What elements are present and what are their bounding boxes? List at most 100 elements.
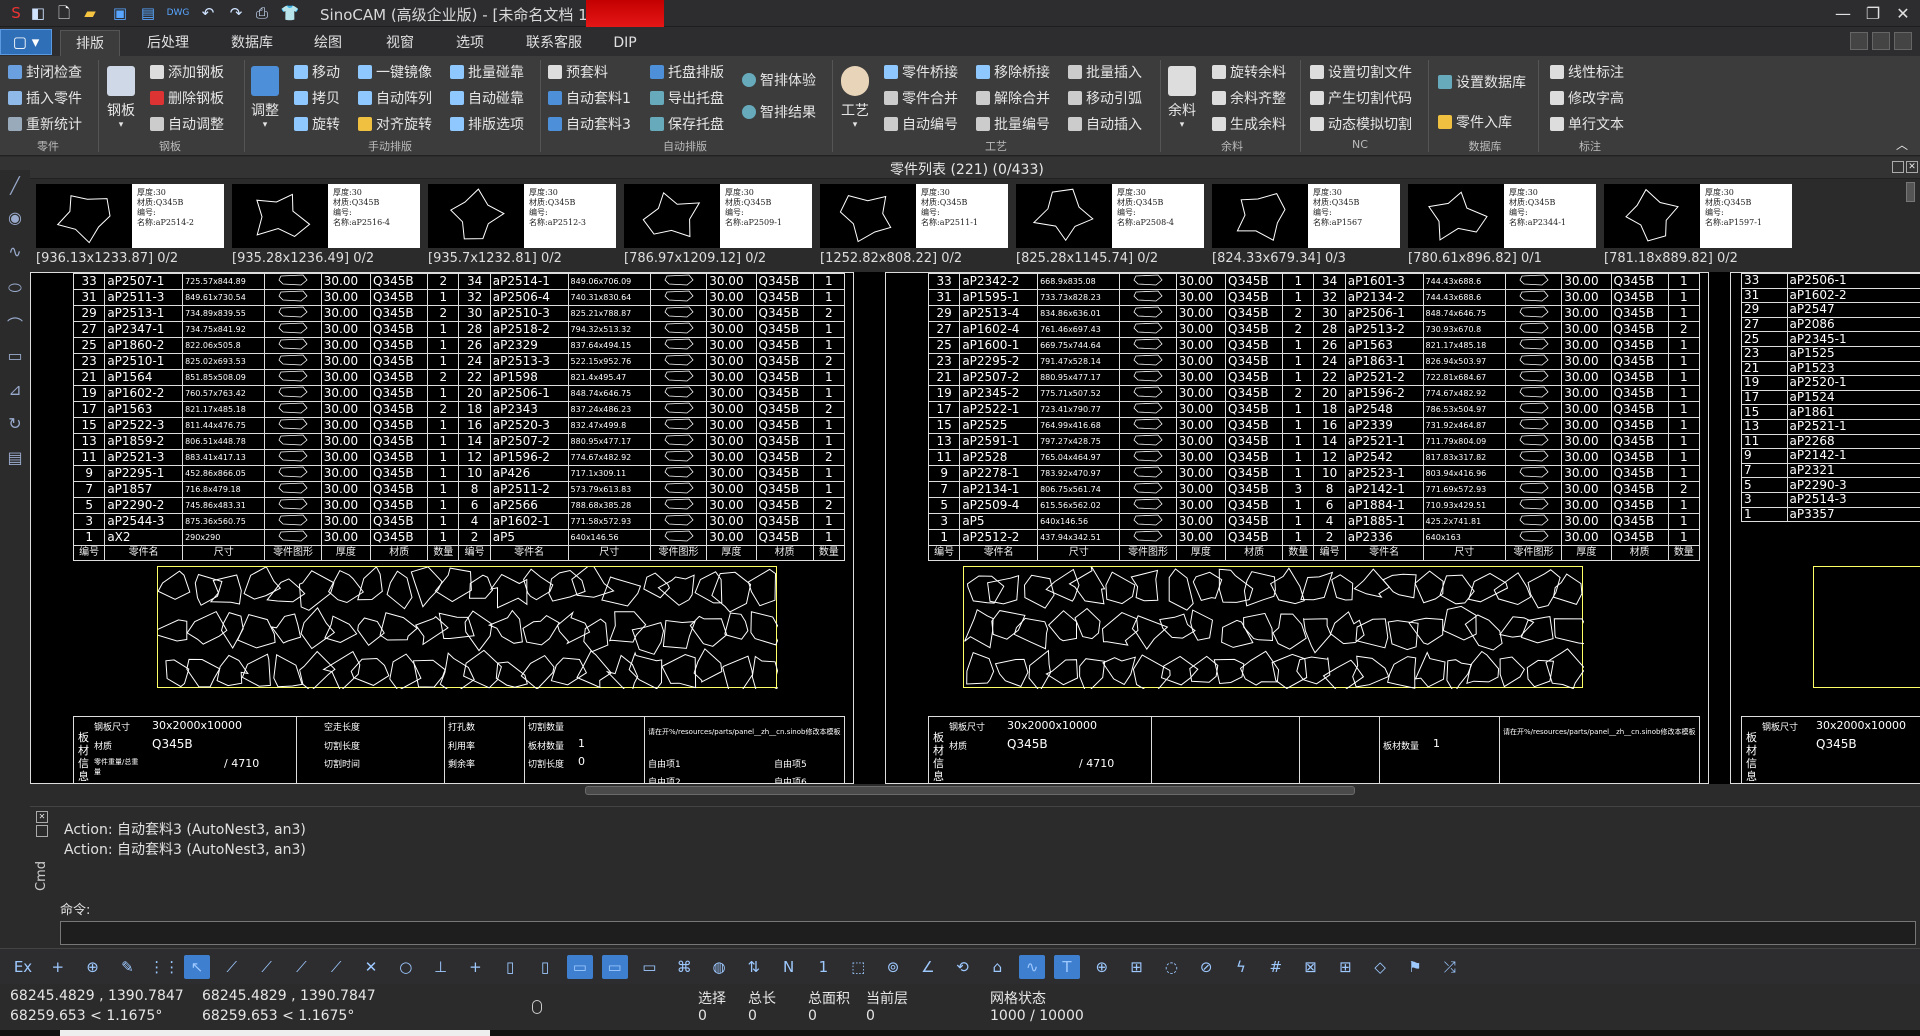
tab-drawing[interactable]: 绘图: [300, 30, 356, 56]
process-big-button[interactable]: 工艺 ▾: [836, 66, 874, 130]
remove-bridge-button[interactable]: 移除桥接: [976, 62, 1050, 84]
rotate-button[interactable]: 旋转: [294, 114, 340, 136]
snap-node-icon[interactable]: ⟋: [323, 955, 349, 979]
nested-part[interactable]: [1105, 571, 1136, 605]
layout-toggle-icon[interactable]: [1850, 32, 1868, 50]
flag-icon[interactable]: ⚑: [1402, 955, 1428, 979]
set-database-button[interactable]: 设置数据库: [1438, 72, 1526, 94]
auto-nest3-button[interactable]: 自动套料3: [548, 114, 631, 136]
plate-big-button[interactable]: 钢板 ▾: [104, 66, 138, 130]
part-thumbnail[interactable]: 厚度:30 材质:Q345B 编号: 名称:aP1597-1 [781.18x889.8…: [1598, 182, 1792, 266]
nested-part[interactable]: [751, 655, 783, 697]
auto-insert-button[interactable]: 自动插入: [1068, 114, 1142, 136]
nested-part[interactable]: [1382, 573, 1417, 599]
copy-button[interactable]: 拷贝: [294, 88, 340, 110]
nested-part[interactable]: [689, 615, 728, 647]
save-as-icon[interactable]: ▤: [138, 3, 158, 23]
float-icon[interactable]: [1892, 161, 1904, 173]
nested-part[interactable]: [324, 615, 358, 644]
cross-icon[interactable]: +: [45, 955, 71, 979]
line-tool-icon[interactable]: ╱: [5, 176, 25, 196]
nested-part[interactable]: [1414, 651, 1446, 688]
grid-icon[interactable]: ⊞: [1332, 955, 1358, 979]
part-thumbnail[interactable]: 厚度:30 材质:Q345B 编号: 名称:aP2509-1 [786.97x1209.…: [618, 182, 812, 266]
align-rotate-button[interactable]: 对齐旋转: [358, 114, 432, 136]
snap-center-icon[interactable]: ⟋: [288, 955, 314, 979]
nested-part[interactable]: [1300, 571, 1334, 601]
nested-part[interactable]: [694, 571, 723, 604]
nested-part[interactable]: [964, 608, 994, 649]
hash-icon[interactable]: #: [1263, 955, 1289, 979]
tab-nesting[interactable]: 排版: [60, 30, 120, 56]
select-box-icon[interactable]: ⬚: [845, 955, 871, 979]
simulate-cut-button[interactable]: 动态模拟切割: [1310, 114, 1412, 136]
command-icon[interactable]: ⌘: [671, 955, 697, 979]
nested-part[interactable]: [241, 653, 271, 687]
text-height-button[interactable]: 修改字高: [1550, 88, 1624, 110]
nested-part[interactable]: [1189, 655, 1219, 683]
nested-part[interactable]: [220, 612, 244, 649]
rotate-box-icon[interactable]: ⟲: [950, 955, 976, 979]
export-pallet-button[interactable]: 导出托盘: [650, 88, 724, 110]
tab-options[interactable]: 选项: [442, 30, 498, 56]
save-pallet-button[interactable]: 保存托盘: [650, 114, 724, 136]
rect-tool-icon[interactable]: ▭: [5, 346, 25, 366]
nested-part[interactable]: [991, 610, 1026, 640]
panel-right-icon[interactable]: ▯: [532, 955, 558, 979]
wave-icon[interactable]: ∿: [1019, 955, 1046, 979]
nested-part[interactable]: [299, 650, 336, 692]
cursor-icon[interactable]: ↖: [184, 955, 210, 979]
nested-part[interactable]: [410, 566, 443, 608]
nested-part[interactable]: [605, 654, 639, 697]
nested-part[interactable]: [1045, 659, 1079, 686]
nested-part[interactable]: [1047, 610, 1077, 642]
nested-part[interactable]: [548, 569, 586, 602]
close-button[interactable]: ✕: [1886, 0, 1920, 27]
part-merge-button[interactable]: 零件合并: [884, 88, 958, 110]
smart-nest-result-button[interactable]: 智排结果: [742, 102, 816, 124]
batch-number-button[interactable]: 批量编号: [976, 114, 1050, 136]
nested-part[interactable]: [350, 657, 390, 686]
rotate-tool-icon[interactable]: ↻: [5, 414, 25, 434]
part-thumbnail[interactable]: 厚度:30 材质:Q345B 编号: 名称:aP2516-4 [935.28x1236.…: [226, 182, 420, 266]
table-icon[interactable]: ⊞: [1124, 955, 1150, 979]
eye-off-icon[interactable]: ◌: [1158, 955, 1184, 979]
nest-plate[interactable]: [150, 562, 783, 697]
nested-part[interactable]: [1303, 618, 1332, 654]
nested-part[interactable]: [487, 609, 523, 644]
ex-icon[interactable]: Ex: [10, 955, 36, 979]
lightning-icon[interactable]: ϟ: [1228, 955, 1254, 979]
panel-top-icon[interactable]: ▭: [566, 955, 593, 979]
part-thumbnail[interactable]: 厚度:30 材质:Q345B 编号: 名称:aP2508-4 [825.28x1145.…: [1010, 182, 1204, 266]
nested-part[interactable]: [1408, 617, 1444, 645]
remnant-big-button[interactable]: 余料 ▾: [1164, 66, 1200, 130]
print-icon[interactable]: ⎙: [252, 3, 272, 23]
nested-part[interactable]: [576, 650, 612, 689]
nested-part[interactable]: [1272, 613, 1307, 650]
close-icon[interactable]: ✕: [1906, 161, 1918, 173]
nested-part[interactable]: [661, 653, 697, 689]
nested-part[interactable]: [1221, 619, 1254, 648]
pallet-nest-button[interactable]: 托盘排版: [650, 62, 724, 84]
nest-plate[interactable]: [963, 565, 1589, 696]
move-lead-button[interactable]: 移动引弧: [1068, 88, 1142, 110]
nested-part[interactable]: [439, 652, 475, 695]
curve-tool-icon[interactable]: ∿: [5, 242, 25, 262]
snap-perp-icon[interactable]: ⊥: [428, 955, 454, 979]
undo-icon[interactable]: ↶: [198, 3, 218, 23]
nested-part[interactable]: [386, 570, 413, 610]
tab-dip[interactable]: DIP: [600, 30, 650, 56]
add-plate-button[interactable]: 添加钢板: [150, 62, 224, 84]
insert-part-button[interactable]: 插入零件: [8, 88, 82, 110]
nested-part[interactable]: [1160, 655, 1199, 686]
mirror-button[interactable]: 一键镜像: [358, 62, 432, 84]
nested-part[interactable]: [1442, 605, 1477, 641]
nested-part[interactable]: [322, 650, 361, 692]
batch-insert-button[interactable]: 批量插入: [1068, 62, 1142, 84]
back-icon[interactable]: ◧: [28, 3, 48, 23]
tab-support[interactable]: 联系客服: [516, 30, 592, 56]
smart-nest-trial-button[interactable]: 智排体验: [742, 70, 816, 92]
collapse-ribbon-icon[interactable]: ︿: [1896, 134, 1908, 156]
nested-part[interactable]: [243, 566, 282, 600]
snap-mid-icon[interactable]: ⟋: [254, 955, 280, 979]
